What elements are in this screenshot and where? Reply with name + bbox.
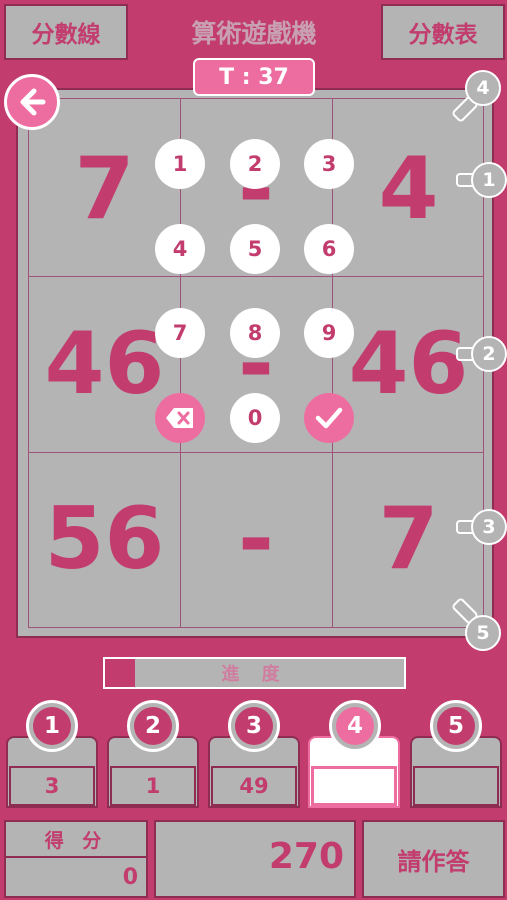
score-label: 得 分: [44, 830, 108, 852]
answer-index-2: 2: [127, 700, 179, 752]
total-panel: 270: [154, 820, 356, 898]
row3-left-number: 56: [44, 489, 165, 589]
key-5[interactable]: 5: [230, 224, 280, 274]
answer-value-1: 3: [9, 766, 95, 806]
grid-divider: [29, 452, 483, 453]
progress-label: 進 度: [221, 664, 288, 685]
answer-value-2: 1: [110, 766, 196, 806]
row3-operator: -: [238, 489, 274, 589]
answer-value-3: 49: [211, 766, 297, 806]
key-0[interactable]: 0: [230, 393, 280, 443]
side-marker-4: 4: [465, 70, 501, 106]
key-7[interactable]: 7: [155, 308, 205, 358]
arrow-left-icon: [20, 88, 46, 116]
row3-right-number: 7: [378, 489, 439, 589]
row2-right-number: 46: [348, 314, 469, 414]
key-9[interactable]: 9: [304, 308, 354, 358]
timer-display: T : 37: [193, 58, 315, 96]
answer-index-4: 4: [329, 700, 381, 752]
side-marker-3: 3: [471, 509, 507, 545]
key-8[interactable]: 8: [230, 308, 280, 358]
delete-button[interactable]: [155, 393, 205, 443]
delete-icon: [166, 408, 193, 428]
key-4[interactable]: 4: [155, 224, 205, 274]
answer-index-5: 5: [430, 700, 482, 752]
side-marker-2: 2: [471, 336, 507, 372]
back-button[interactable]: [4, 74, 60, 130]
key-6[interactable]: 6: [304, 224, 354, 274]
score-panel: 得 分 0: [4, 820, 148, 898]
score-table-button[interactable]: 分數表: [381, 4, 505, 60]
key-3[interactable]: 3: [304, 139, 354, 189]
submit-answer-button[interactable]: 請作答: [362, 820, 505, 898]
answer-value-4[interactable]: [311, 766, 397, 806]
answer-value-5: [413, 766, 499, 806]
grid-divider: [29, 276, 483, 277]
game-screen: 分數線 算術遊戲機 分數表 7 - 4 46 - 46 56 - 7 T : 3…: [0, 0, 507, 900]
fraction-line-button[interactable]: 分數線: [4, 4, 128, 60]
side-marker-1: 1: [471, 162, 507, 198]
side-marker-5: 5: [465, 615, 501, 651]
answer-index-3: 3: [228, 700, 280, 752]
total-value: 270: [268, 836, 344, 877]
key-2[interactable]: 2: [230, 139, 280, 189]
page-title: 算術遊戲機: [191, 19, 317, 48]
score-value: 0: [122, 865, 138, 890]
progress-bar: 進 度: [103, 657, 406, 689]
check-icon: [315, 407, 343, 429]
confirm-button[interactable]: [304, 393, 354, 443]
divider: [6, 856, 146, 858]
answer-index-1: 1: [26, 700, 78, 752]
row1-right-number: 4: [378, 139, 439, 239]
key-1[interactable]: 1: [155, 139, 205, 189]
